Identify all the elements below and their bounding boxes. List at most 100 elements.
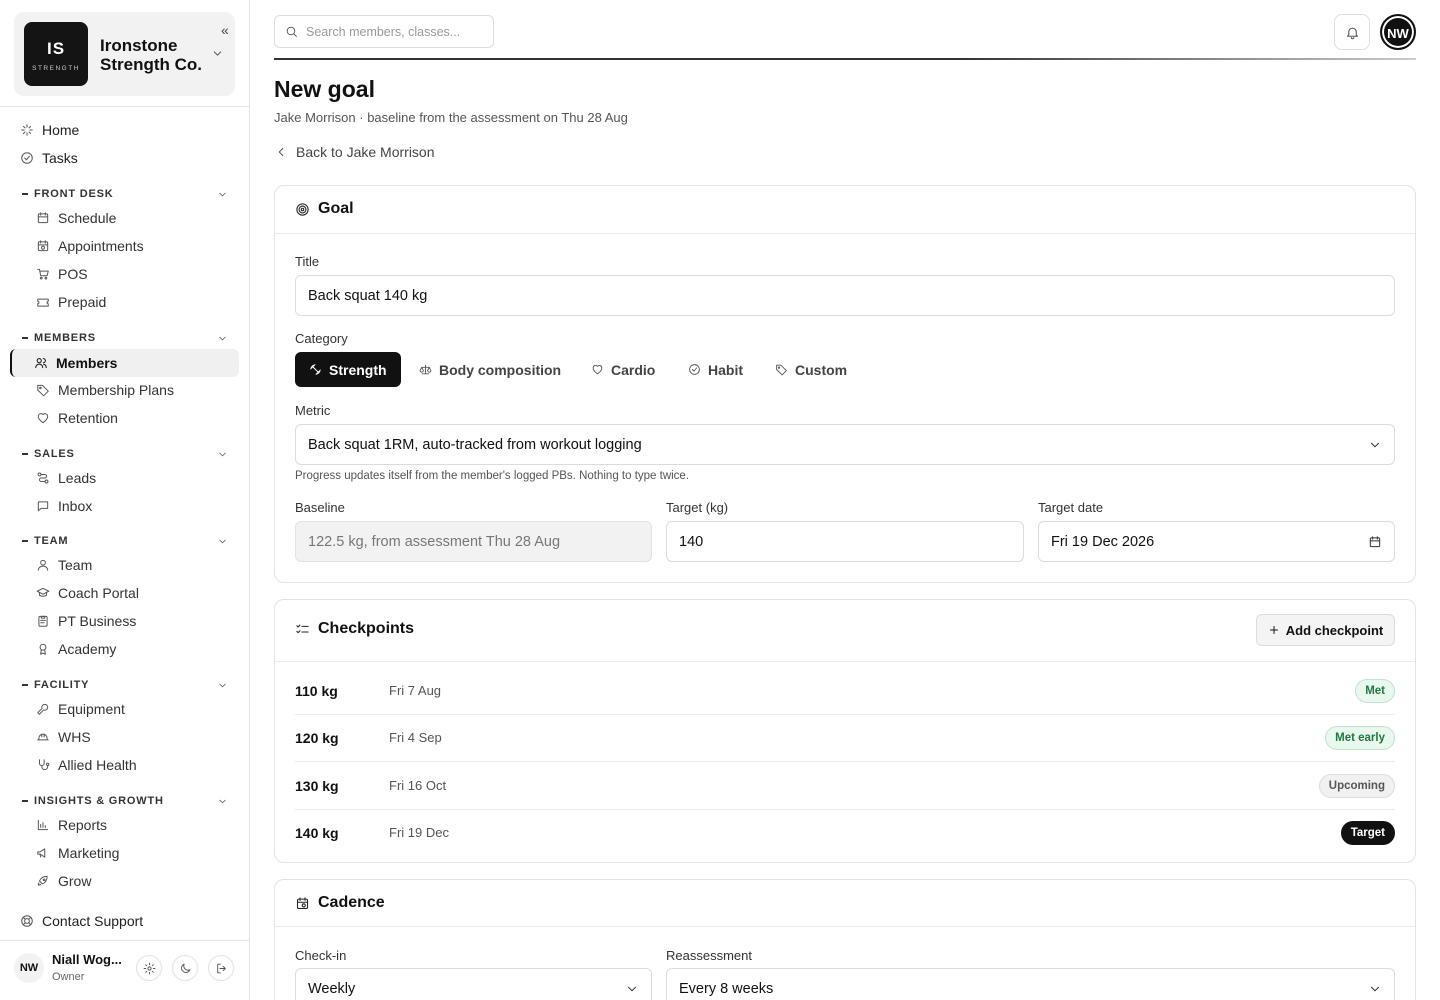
check-circle-icon: [688, 363, 701, 376]
checkpoint-row[interactable]: 110 kg Fri 7 Aug Met: [295, 667, 1395, 714]
nav-tasks[interactable]: Tasks: [20, 145, 78, 171]
brand-name: Ironstone Strength Co.: [100, 36, 202, 74]
category-body-composition[interactable]: Body composition: [419, 352, 561, 387]
baseline-field-value: 122.5 kg, from assessment Thu 28 Aug: [308, 533, 561, 550]
section-sales-title: SALES: [34, 448, 75, 460]
nav-prepaid-label: Prepaid: [58, 294, 107, 310]
heart-icon: [591, 363, 604, 376]
calendar-clock-icon: [295, 896, 310, 911]
section-front-desk[interactable]: FRONT DESK: [22, 187, 228, 201]
calendar-icon: [36, 211, 50, 225]
search-input[interactable]: [306, 24, 486, 39]
category-custom[interactable]: Custom: [775, 352, 847, 387]
section-front-desk-title: FRONT DESK: [34, 188, 114, 200]
target-date-value: Fri 19 Dec 2026: [1051, 533, 1155, 550]
category-habit[interactable]: Habit: [688, 352, 743, 387]
nav-coach-portal-label: Coach Portal: [58, 585, 139, 601]
checkpoint-row[interactable]: 140 kg Fri 19 Dec Target: [295, 809, 1395, 856]
collapse-sidebar-button[interactable]: «: [221, 23, 229, 37]
nav-home[interactable]: Home: [20, 117, 79, 143]
rocket-icon: [36, 874, 50, 888]
clipboard-icon: [36, 614, 50, 628]
title-label: Title: [295, 254, 320, 269]
brand-switcher[interactable]: IS STRENGTH Ironstone Strength Co.: [14, 12, 235, 96]
nav-team[interactable]: Team: [36, 552, 92, 578]
section-team[interactable]: TEAM: [22, 534, 228, 548]
add-checkpoint-button[interactable]: Add checkpoint: [1256, 614, 1395, 646]
status-badge: Upcoming: [1318, 773, 1395, 798]
nav-marketing[interactable]: Marketing: [36, 840, 119, 866]
nav-inbox-label: Inbox: [58, 498, 93, 514]
nav-inbox[interactable]: Inbox: [36, 493, 92, 519]
settings-button[interactable]: [136, 955, 162, 981]
sparkle-icon: [20, 123, 34, 137]
section-facility[interactable]: FACILITY: [22, 678, 228, 692]
checkpoint-weight: 110 kg: [295, 682, 338, 699]
status-badge: Target: [1340, 820, 1395, 845]
checkin-select[interactable]: Weekly: [295, 968, 652, 1000]
metric-select[interactable]: Back squat 1RM, auto-tracked from workou…: [295, 424, 1395, 465]
nav-allied-health[interactable]: Allied Health: [36, 752, 137, 778]
nav-members[interactable]: Members: [34, 350, 117, 376]
notifications-button[interactable]: [1334, 14, 1370, 50]
nav-whs-label: WHS: [58, 729, 91, 745]
nav-equipment[interactable]: Equipment: [36, 696, 125, 722]
nav-academy[interactable]: Academy: [36, 636, 116, 662]
checkpoint-row[interactable]: 120 kg Fri 4 Sep Met early: [295, 714, 1395, 761]
user-avatar[interactable]: NW: [14, 953, 44, 983]
calendar-icon[interactable]: [1368, 535, 1382, 549]
back-link[interactable]: Back to Jake Morrison: [274, 144, 435, 160]
ticket-icon: [36, 295, 50, 309]
section-sales[interactable]: SALES: [22, 447, 228, 461]
nav-coach-portal[interactable]: Coach Portal: [36, 580, 139, 606]
reassessment-select[interactable]: Every 8 weeks: [666, 968, 1395, 1000]
checkpoint-date: Fri 19 Dec: [389, 825, 449, 840]
cart-icon: [36, 267, 50, 281]
account-avatar[interactable]: NW: [1380, 14, 1416, 50]
divider: [275, 661, 1415, 662]
nav-reports[interactable]: Reports: [36, 812, 107, 838]
page-title: New goal: [274, 76, 375, 102]
search-bar[interactable]: [274, 15, 494, 48]
target-date-picker[interactable]: Fri 19 Dec 2026: [1038, 521, 1395, 562]
check-circle-icon: [20, 151, 34, 165]
title-input[interactable]: Back squat 140 kg: [295, 275, 1395, 316]
category-strength[interactable]: Strength: [295, 352, 401, 387]
nav-prepaid[interactable]: Prepaid: [36, 289, 106, 315]
lifebuoy-icon: [20, 914, 34, 928]
section-team-title: TEAM: [34, 535, 69, 547]
brand-logo: IS STRENGTH: [24, 22, 88, 86]
nav-whs[interactable]: WHS: [36, 724, 91, 750]
chevron-down-icon: [1368, 438, 1382, 452]
nav-contact-support[interactable]: Contact Support: [20, 908, 143, 934]
section-members[interactable]: MEMBERS: [22, 331, 228, 345]
target-input[interactable]: 140: [666, 521, 1024, 562]
theme-toggle-button[interactable]: [172, 955, 198, 981]
chevron-down-icon: [217, 333, 228, 344]
nav-team-label: Team: [58, 557, 93, 573]
back-link-label: Back to Jake Morrison: [296, 144, 435, 160]
nav-appointments[interactable]: Appointments: [36, 233, 144, 259]
nav-schedule-label: Schedule: [58, 210, 117, 226]
moon-icon: [179, 962, 192, 975]
checkpoint-row[interactable]: 130 kg Fri 16 Oct Upcoming: [295, 762, 1395, 809]
nav-grow[interactable]: Grow: [36, 868, 91, 894]
nav-allied-health-label: Allied Health: [58, 757, 137, 773]
nav-leads[interactable]: Leads: [36, 465, 96, 491]
dumbbell-icon: [309, 363, 322, 376]
category-cardio[interactable]: Cardio: [591, 352, 655, 387]
nav-retention[interactable]: Retention: [36, 405, 118, 431]
target-icon: [295, 202, 310, 217]
nav-pt-business[interactable]: PT Business: [36, 608, 136, 634]
goal-card-title: Goal: [318, 200, 354, 217]
nav-contact-support-label: Contact Support: [42, 913, 144, 929]
nav-membership-plans[interactable]: Membership Plans: [36, 377, 174, 403]
nav-schedule[interactable]: Schedule: [36, 205, 116, 231]
section-facility-title: FACILITY: [34, 679, 90, 691]
bell-icon: [1345, 25, 1360, 40]
chevron-down-icon: [625, 982, 639, 996]
section-insights-growth[interactable]: INSIGHTS & GROWTH: [22, 794, 228, 808]
plus-icon: [1268, 624, 1280, 636]
logout-button[interactable]: [208, 955, 234, 981]
nav-pos[interactable]: POS: [36, 261, 88, 287]
